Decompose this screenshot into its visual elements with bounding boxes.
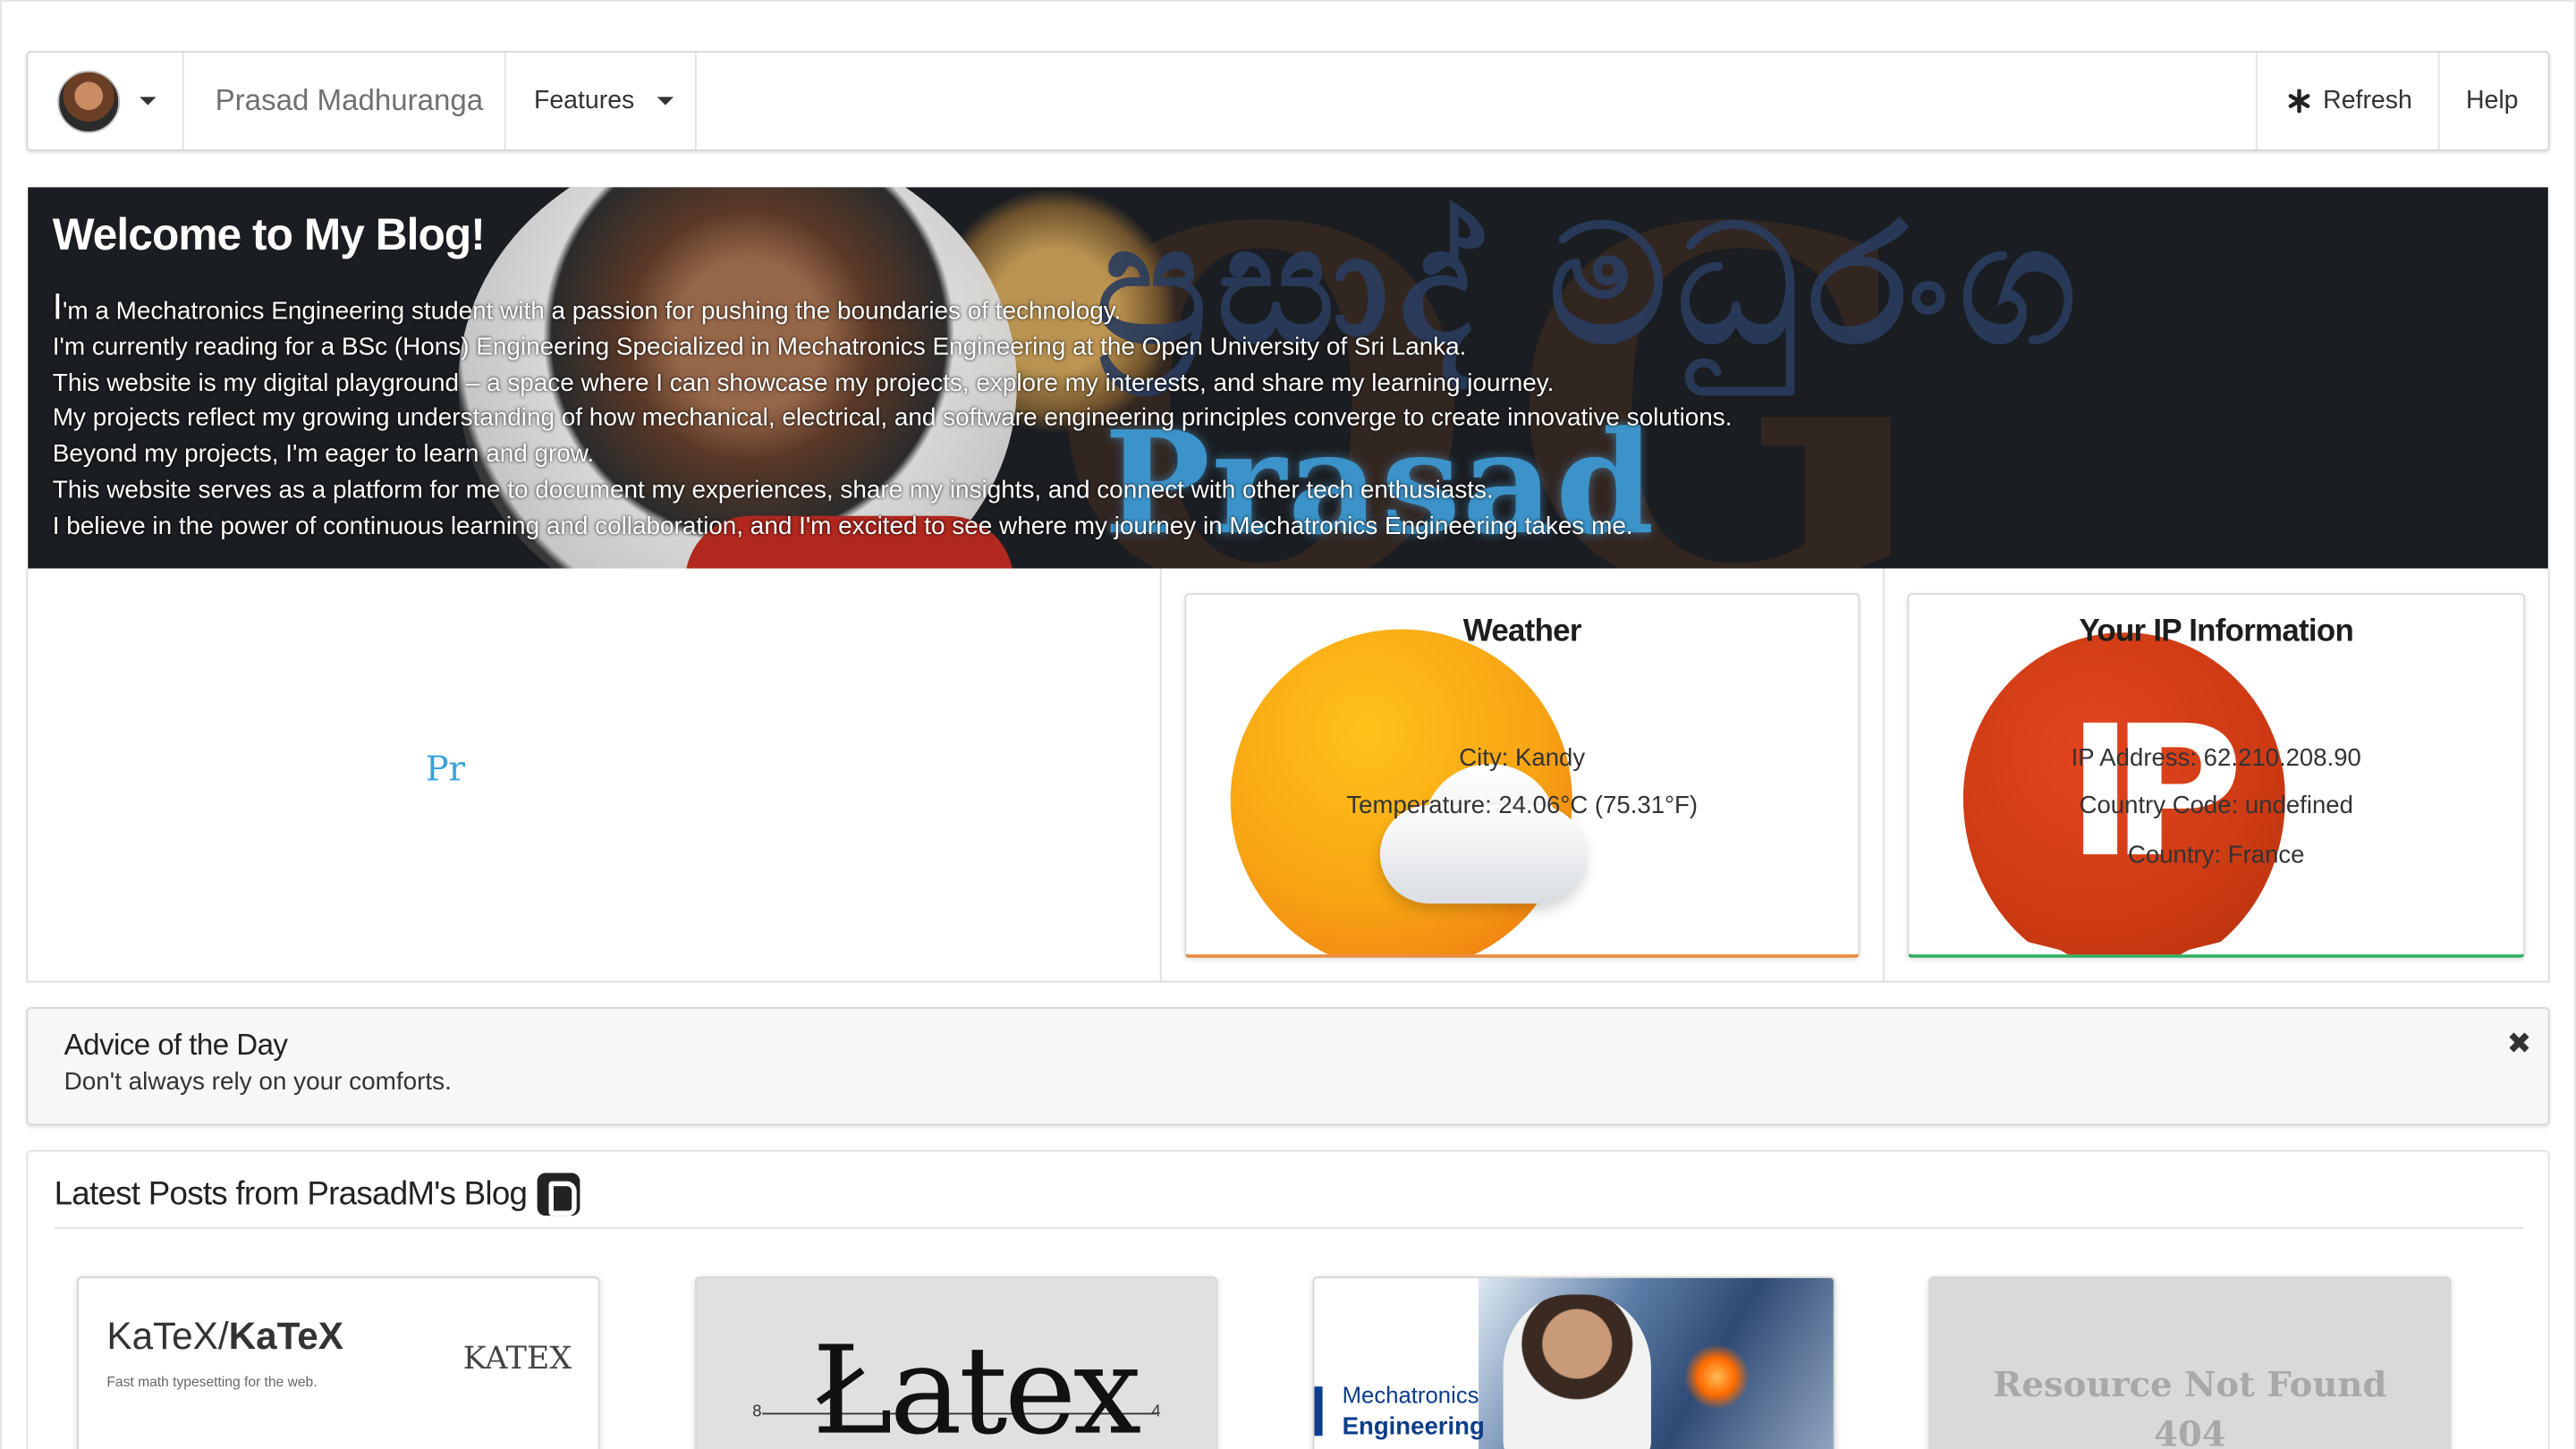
hero-line: I'm currently reading for a BSc (Hons) E…: [52, 333, 1467, 361]
weather-city: City: Kandy: [1459, 744, 1586, 773]
posts-title: Latest Posts from PrasadM's Blog: [54, 1175, 528, 1212]
hero-line: I believe in the power of continuous lea…: [52, 512, 1633, 540]
posts-heading: Latest Posts from PrasadM's Blog: [55, 1173, 580, 1216]
katex-brand-plain: KaTeX/: [106, 1314, 229, 1358]
ip-country-code: Country Code: undefined: [2079, 792, 2353, 820]
ip-title: Your IP Information: [2079, 614, 2354, 649]
katex-tagline: Fast math typesetting for the web.: [106, 1373, 318, 1390]
avatar[interactable]: [57, 70, 121, 132]
mechatronics-line2: Engineering: [1342, 1412, 1485, 1441]
katex-logo: KATEX: [462, 1340, 572, 1377]
ip-country: Country: France: [2127, 841, 2305, 869]
post-thumbnail-spark: [1683, 1343, 1750, 1410]
page: Prasad Madhuranga Features Refresh Help …: [0, 0, 2576, 1449]
not-found-code: 404: [2154, 1412, 2226, 1449]
post-card[interactable]: KaTeX/KaTeX Fast math typesetting for th…: [77, 1276, 600, 1449]
profile-menu-toggle[interactable]: [28, 52, 184, 150]
latex-axis-right: 4: [1151, 1402, 1161, 1421]
latest-posts-section: Latest Posts from PrasadM's Blog KaTeX/K…: [26, 1149, 2550, 1449]
weather-panel: Weather City: Kandy Temperature: 24.06°C…: [1162, 568, 1885, 981]
brand-name[interactable]: Prasad Madhuranga: [216, 84, 484, 119]
mechatronics-line1: Mechatronics: [1342, 1381, 1479, 1409]
refresh-button[interactable]: Refresh: [2258, 52, 2440, 150]
hero-line: This website is my digital playground – …: [52, 369, 1555, 397]
advice-panel: Advice of the Day Don't always rely on y…: [26, 1006, 2550, 1126]
hero-line: Beyond my projects, I'm eager to learn a…: [52, 440, 595, 469]
hero-line-text: 'm a Mechatronics Engineering student wi…: [63, 297, 1122, 326]
katex-brand-bold: KaTeX: [228, 1314, 343, 1358]
hero-line: My projects reflect my growing understan…: [52, 404, 1733, 433]
post-card[interactable]: Mechatronics Engineering: [1312, 1276, 1835, 1449]
weather-title: Weather: [1462, 614, 1582, 649]
hero-intro: I'm a Mechatronics Engineering student w…: [52, 285, 1733, 545]
katex-brand: KaTeX/KaTeX: [106, 1314, 343, 1359]
close-icon[interactable]: ✖: [2507, 1027, 2532, 1062]
ip-info-card: IP Your IP Information IP Address: 62.21…: [1907, 593, 2526, 958]
brand-link[interactable]: Prasad Madhuranga: [184, 52, 506, 150]
weather-temperature: Temperature: 24.06°C (75.31°F): [1346, 792, 1699, 820]
ip-address: IP Address: 62.210.208.90: [2071, 744, 2361, 773]
refresh-label[interactable]: Refresh: [2323, 86, 2412, 115]
post-card[interactable]: 8 4 Łatex: [694, 1276, 1218, 1449]
advice-text: Don't always rely on your comforts.: [64, 1067, 452, 1097]
asterisk-icon[interactable]: [2287, 89, 2312, 114]
latex-word: Łatex: [811, 1320, 1141, 1449]
help-link[interactable]: Help: [2440, 53, 2548, 149]
hero-banner: OG ප්‍රසාද් මධුරංග Prasad Madhuranga Wel…: [28, 187, 2548, 569]
weather-card: Weather City: Kandy Temperature: 24.06°C…: [1184, 593, 1860, 958]
blogger-icon[interactable]: [537, 1173, 580, 1216]
caret-down-icon[interactable]: [140, 97, 157, 106]
typing-text: Pr: [425, 749, 466, 789]
typing-panel: Pr: [28, 568, 1162, 981]
latex-axis-left: 8: [752, 1402, 762, 1421]
hero-line: I'm a Mechatronics Engineering student w…: [52, 285, 1733, 330]
advice-title: Advice of the Day: [64, 1028, 288, 1062]
not-found-title: Resource Not Found: [1993, 1363, 2387, 1405]
caret-down-icon[interactable]: [657, 97, 674, 106]
post-card[interactable]: Resource Not Found 404: [1928, 1276, 2452, 1449]
hero-dropcap: I: [52, 285, 64, 327]
hero-title: Welcome to My Blog!: [52, 210, 486, 260]
features-label[interactable]: Features: [534, 86, 634, 115]
accent-bar: [1314, 1386, 1323, 1436]
top-navbar: Prasad Madhuranga Features Refresh Help: [26, 50, 2550, 151]
divider: [54, 1227, 2524, 1229]
post-thumbnail-person: [1503, 1294, 1651, 1449]
hero-line: This website serves as a platform for me…: [52, 476, 1494, 504]
features-dropdown[interactable]: Features: [506, 52, 697, 150]
widget-row: Pr Weather City: Kandy Temperature: 24.0…: [26, 568, 2550, 983]
navbar-spacer: [697, 52, 2258, 150]
help-label[interactable]: Help: [2466, 86, 2519, 115]
